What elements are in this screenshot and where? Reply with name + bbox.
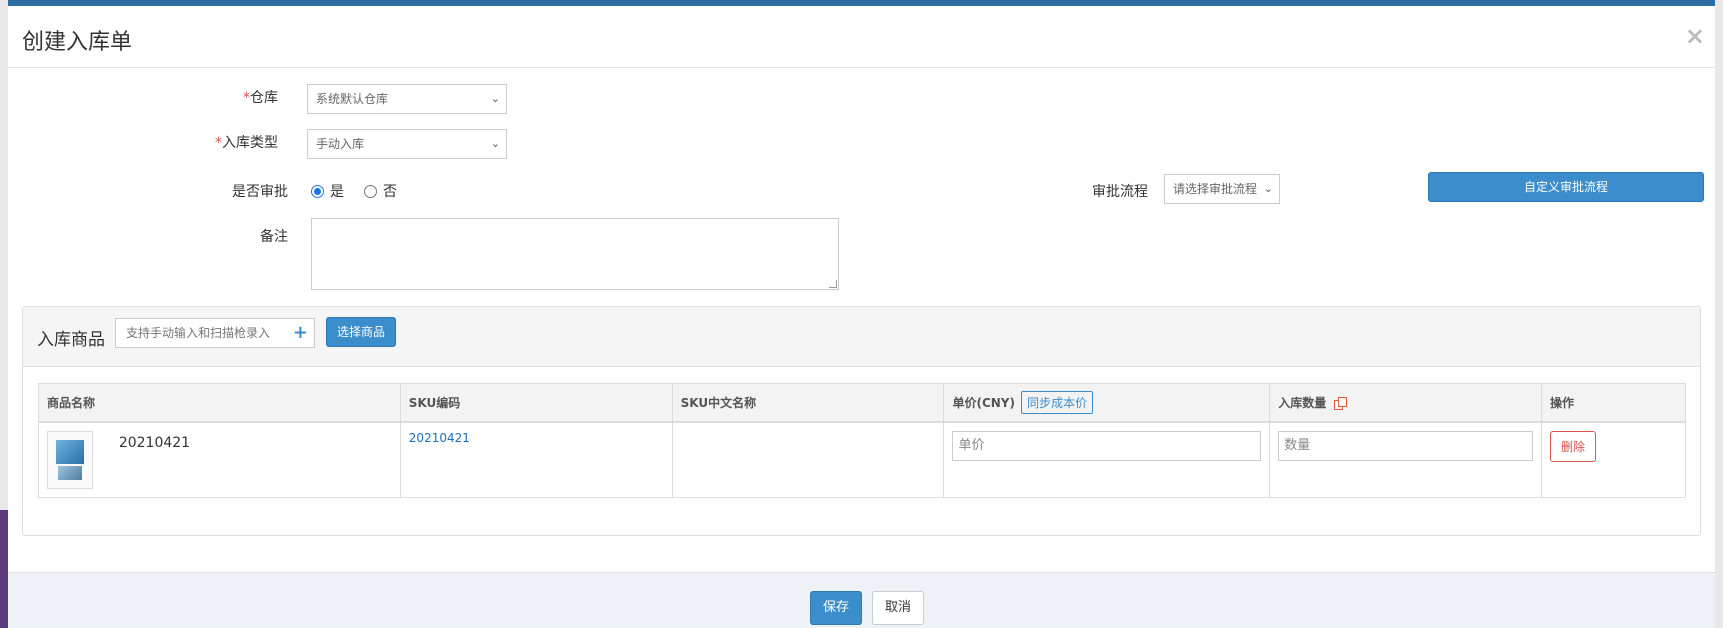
- products-table: 商品名称 SKU编码 SKU中文名称 单价(CNY) 同步成本价 入库数量 操作: [38, 383, 1686, 498]
- inbound-type-select[interactable]: 手动入库 ⌄: [307, 129, 507, 159]
- save-button[interactable]: 保存: [810, 591, 862, 625]
- background-sidebar-block: [0, 510, 8, 628]
- inbound-products-panel: 入库商品 支持手动输入和扫描枪录入 + 选择商品 商品名称 SKU编码 SKU中…: [22, 306, 1701, 536]
- qty-cell: 数量: [1269, 421, 1543, 498]
- inbound-type-label-text: 入库类型: [222, 135, 278, 151]
- action-cell: 删除: [1541, 421, 1686, 498]
- panel-header: 入库商品 支持手动输入和扫描枪录入 + 选择商品: [23, 307, 1700, 367]
- table-row: 20210421 20210421 单价 数量 删除: [38, 421, 1686, 498]
- modal-title: 创建入库单: [22, 30, 133, 55]
- column-header: 商品名称: [38, 383, 401, 423]
- delete-button[interactable]: 删除: [1550, 430, 1597, 462]
- background-right-edge: [1715, 0, 1723, 628]
- approval-flow-placeholder: 请选择审批流程: [1173, 182, 1258, 196]
- column-header: SKU编码: [399, 383, 673, 423]
- price-cell: 单价: [943, 421, 1271, 498]
- required-mark: *: [215, 135, 222, 151]
- approval-no-label: 否: [383, 184, 397, 200]
- approval-yes-radio[interactable]: [311, 184, 324, 198]
- cancel-button[interactable]: 取消: [872, 591, 924, 625]
- chevron-down-icon: ⌄: [490, 92, 500, 105]
- approval-label: 是否审批: [232, 184, 288, 200]
- approval-no-radio[interactable]: [364, 184, 377, 198]
- chevron-down-icon: ⌄: [1263, 182, 1273, 195]
- approval-yes-label: 是: [330, 184, 344, 200]
- column-header: SKU中文名称: [671, 383, 945, 423]
- select-products-button[interactable]: 选择商品: [326, 317, 396, 347]
- required-mark: *: [243, 90, 250, 106]
- product-name: 20210421: [118, 434, 191, 451]
- chevron-down-icon: ⌄: [490, 137, 500, 150]
- warehouse-label-text: 仓库: [250, 90, 278, 106]
- sku-cell: 20210421: [399, 421, 673, 498]
- create-inbound-modal: 创建入库单 × *仓库 系统默认仓库 ⌄ *入库类型 手动入库 ⌄ 是否审批 是…: [8, 6, 1715, 628]
- product-cell: 20210421: [38, 421, 401, 498]
- approval-radio-group: 是 否: [311, 181, 397, 201]
- scan-input-placeholder: 支持手动输入和扫描枪录入: [126, 326, 271, 340]
- column-header-price: 单价(CNY) 同步成本价: [943, 383, 1271, 423]
- column-header-label: 单价(CNY): [952, 395, 1015, 410]
- remark-label: 备注: [260, 229, 288, 245]
- table-header-row: 商品名称 SKU编码 SKU中文名称 单价(CNY) 同步成本价 入库数量 操作: [38, 383, 1686, 423]
- column-header-qty: 入库数量: [1269, 383, 1543, 423]
- approval-flow-select[interactable]: 请选择审批流程 ⌄: [1164, 174, 1280, 204]
- modal-footer: 保存 取消: [8, 572, 1715, 628]
- warehouse-select-value: 系统默认仓库: [316, 92, 389, 106]
- background-left-sidebar: [0, 0, 8, 628]
- close-icon[interactable]: ×: [1685, 24, 1705, 48]
- scan-input[interactable]: 支持手动输入和扫描枪录入 +: [115, 318, 315, 348]
- sku-code-link[interactable]: 20210421: [409, 431, 470, 445]
- sync-cost-price-button[interactable]: 同步成本价: [1021, 390, 1094, 414]
- product-thumbnail: [47, 430, 93, 489]
- custom-approval-flow-button[interactable]: 自定义审批流程: [1428, 172, 1704, 202]
- inbound-type-label: *入库类型: [188, 132, 278, 152]
- inbound-type-select-value: 手动入库: [316, 137, 365, 151]
- price-input[interactable]: 单价: [952, 430, 1262, 461]
- copy-icon[interactable]: [1334, 397, 1348, 411]
- column-header: 操作: [1541, 383, 1686, 423]
- column-header-label: 入库数量: [1278, 395, 1327, 410]
- panel-title: 入库商品: [37, 330, 105, 350]
- plus-icon[interactable]: +: [293, 319, 308, 347]
- remark-textarea[interactable]: [311, 218, 839, 290]
- modal-header: 创建入库单 ×: [8, 6, 1715, 68]
- quantity-input[interactable]: 数量: [1278, 430, 1534, 461]
- warehouse-label: *仓库: [188, 87, 278, 107]
- sku-cn-name-cell: [671, 421, 945, 498]
- approval-flow-label: 审批流程: [1092, 184, 1148, 200]
- resize-grip-icon[interactable]: [829, 280, 837, 288]
- warehouse-select[interactable]: 系统默认仓库 ⌄: [307, 84, 507, 114]
